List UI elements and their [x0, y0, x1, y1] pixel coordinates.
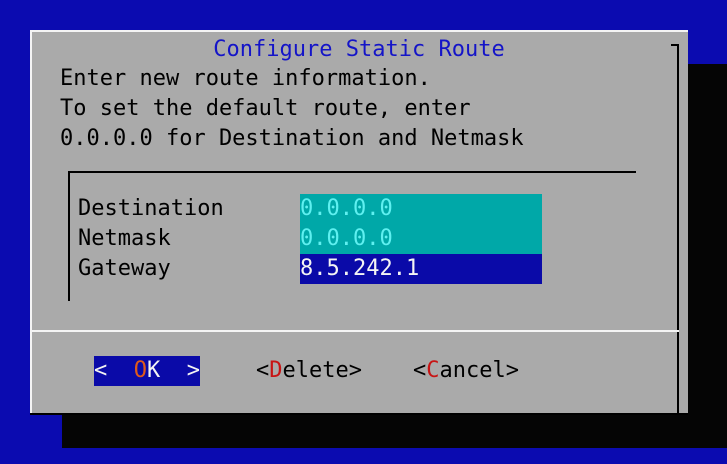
cancel-label-rest: ancel — [439, 358, 506, 383]
gateway-label: Gateway — [78, 256, 171, 281]
destination-input[interactable] — [300, 194, 542, 224]
form-frame-top — [68, 171, 636, 173]
ok-hotkey: O — [133, 358, 147, 383]
ok-label-rest: K — [147, 358, 161, 383]
destination-label: Destination — [78, 196, 224, 221]
dialog-frame-left — [30, 30, 32, 415]
dialog-title: Configure Static Route — [213, 37, 505, 62]
message-line-3: 0.0.0.0 for Destination and Netmask — [60, 126, 524, 151]
netmask-label: Netmask — [78, 226, 171, 251]
netmask-input[interactable] — [300, 224, 542, 254]
ok-suffix: > — [160, 358, 200, 383]
dialog-frame-right — [677, 44, 679, 413]
gateway-input[interactable] — [300, 254, 542, 284]
ok-button[interactable]: < OK > — [94, 356, 200, 386]
delete-button[interactable]: <Delete> — [256, 356, 362, 386]
form-frame-left — [68, 171, 70, 301]
cancel-button[interactable]: <Cancel> — [413, 356, 519, 386]
delete-hotkey: D — [269, 358, 283, 383]
delete-label-rest: elete — [282, 358, 349, 383]
button-separator — [30, 330, 679, 332]
dialog-frame-bottom — [30, 413, 688, 415]
cancel-hotkey: C — [426, 358, 440, 383]
message-line-2: To set the default route, enter — [60, 96, 471, 121]
delete-prefix: < — [256, 358, 270, 383]
cancel-prefix: < — [413, 358, 427, 383]
cancel-suffix: > — [505, 358, 519, 383]
ok-prefix: < — [94, 358, 134, 383]
delete-suffix: > — [348, 358, 362, 383]
dialog-frame-top — [30, 30, 688, 32]
message-line-1: Enter new route information. — [60, 66, 431, 91]
configure-route-dialog: Configure Static Route Enter new route i… — [30, 30, 688, 415]
